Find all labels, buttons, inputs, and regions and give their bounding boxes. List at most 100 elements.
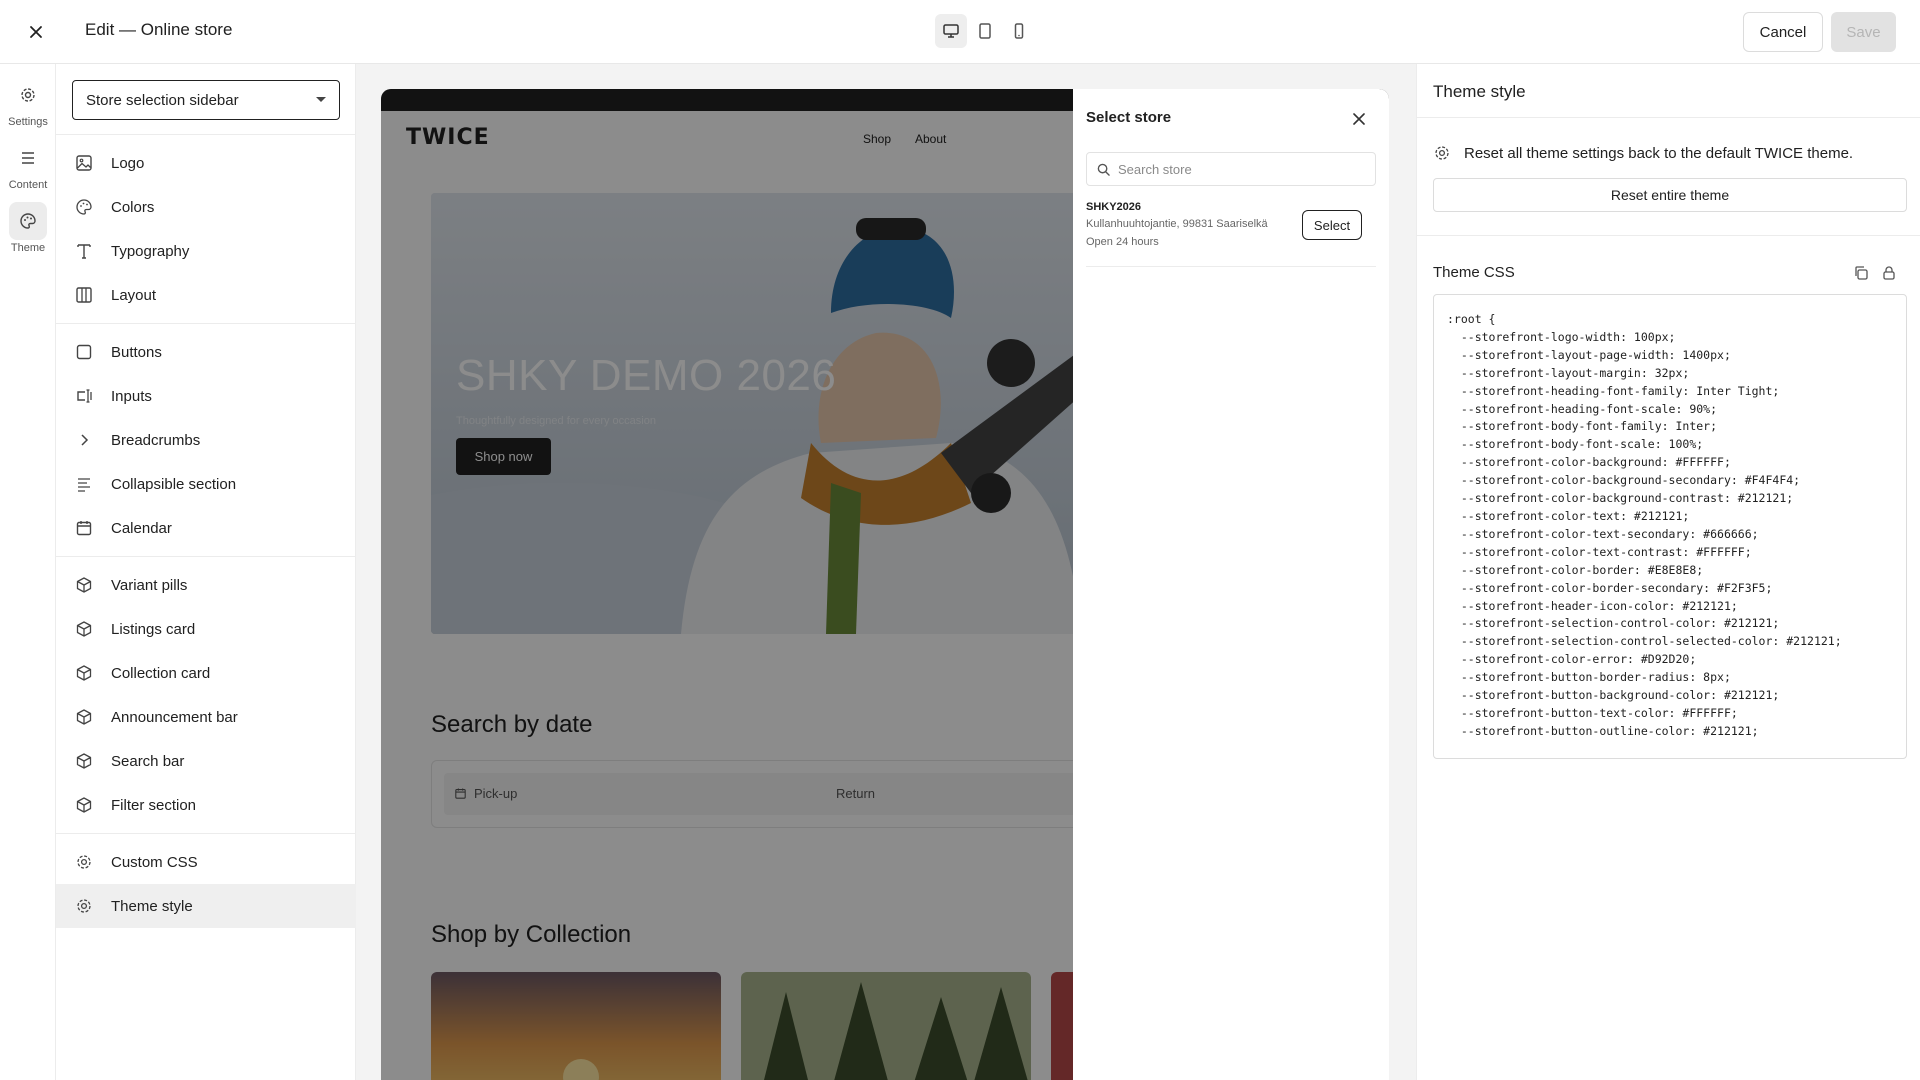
content-icon	[9, 139, 47, 177]
calendar-icon	[72, 516, 96, 540]
section-item-colors[interactable]: Colors	[56, 185, 356, 229]
section-group: Custom CSS Theme style	[56, 833, 356, 934]
section-item-theme-style[interactable]: Theme style	[56, 884, 356, 928]
top-bar: Edit — Online store Cancel Save	[0, 0, 1920, 64]
theme-style-panel: Theme style Reset all theme settings bac…	[1416, 64, 1920, 1080]
tablet-icon[interactable]	[969, 14, 1001, 48]
panel-title: Theme style	[1433, 82, 1526, 101]
nav-rail: Settings Content Theme	[0, 64, 56, 1080]
divider	[1417, 117, 1920, 118]
section-item-calendar[interactable]: Calendar	[56, 506, 356, 550]
cube-icon	[72, 617, 96, 641]
section-item-custom-css[interactable]: Custom CSS	[56, 840, 356, 884]
cube-icon	[72, 749, 96, 773]
store-name: SHKY2026	[1086, 201, 1142, 213]
section-item-label: Typography	[111, 242, 190, 260]
section-group: Variant pills Listings card Collection c…	[56, 556, 356, 833]
css-actions	[1853, 265, 1897, 281]
section-item-label: Collection card	[111, 664, 211, 682]
palette-icon	[9, 202, 47, 240]
section-list: Logo Colors Typography Layout Buttons In…	[56, 134, 356, 934]
layout-icon	[72, 283, 96, 307]
cancel-button[interactable]: Cancel	[1743, 12, 1823, 52]
store-search[interactable]	[1086, 152, 1376, 186]
section-item-collapsible-section[interactable]: Collapsible section	[56, 462, 356, 506]
section-select-value: Store selection sidebar	[86, 91, 239, 109]
modal-backdrop[interactable]	[381, 89, 1073, 1080]
section-item-label: Breadcrumbs	[111, 431, 201, 449]
section-item-breadcrumbs[interactable]: Breadcrumbs	[56, 418, 356, 462]
section-item-label: Search bar	[111, 752, 185, 770]
section-item-search-bar[interactable]: Search bar	[56, 739, 356, 783]
palette-icon	[72, 195, 96, 219]
page-title: Edit — Online store	[85, 20, 233, 39]
chevron-down-icon	[316, 97, 326, 102]
align-left-icon	[72, 472, 96, 496]
gear-icon	[9, 76, 47, 114]
select-store-button[interactable]: Select	[1302, 210, 1362, 240]
mobile-icon[interactable]	[1003, 14, 1035, 48]
search-input[interactable]	[1118, 161, 1358, 177]
section-item-label: Layout	[111, 286, 157, 304]
theme-section-panel: Store selection sidebar Logo Colors Typo…	[56, 64, 356, 1080]
gear-icon	[72, 850, 96, 874]
reset-description: Reset all theme settings back to the def…	[1433, 144, 1853, 162]
copy-icon[interactable]	[1853, 265, 1869, 281]
store-address: Kullanhuuhtojantie, 99831 Saariselkä	[1086, 218, 1268, 230]
section-group: Buttons Inputs Breadcrumbs Collapsible s…	[56, 323, 356, 556]
rail-label: Content	[8, 179, 48, 191]
square-icon	[72, 340, 96, 364]
cube-icon	[72, 793, 96, 817]
css-code: :root { --storefront-logo-width: 100px; …	[1447, 312, 1842, 738]
section-select[interactable]: Store selection sidebar	[72, 80, 340, 120]
section-item-label: Filter section	[111, 796, 197, 814]
reset-text: Reset all theme settings back to the def…	[1464, 144, 1854, 162]
section-item-label: Variant pills	[111, 576, 188, 594]
section-item-label: Listings card	[111, 620, 196, 638]
close-icon[interactable]	[1347, 107, 1371, 131]
section-item-typography[interactable]: Typography	[56, 229, 356, 273]
rail-label: Settings	[8, 116, 48, 128]
section-group: Logo Colors Typography Layout	[56, 134, 356, 323]
drawer-title: Select store	[1086, 109, 1172, 126]
section-item-label: Custom CSS	[111, 853, 198, 871]
rail-item-settings[interactable]: Settings	[0, 76, 56, 128]
section-item-logo[interactable]: Logo	[56, 141, 356, 185]
theme-css-title: Theme CSS	[1433, 264, 1515, 281]
save-button[interactable]: Save	[1831, 12, 1896, 52]
section-item-label: Announcement bar	[111, 708, 238, 726]
section-item-label: Calendar	[111, 519, 172, 537]
section-item-announcement-bar[interactable]: Announcement bar	[56, 695, 356, 739]
device-switcher	[935, 14, 1035, 48]
store-hours: Open 24 hours	[1086, 236, 1159, 248]
input-icon	[72, 384, 96, 408]
section-item-label: Buttons	[111, 343, 162, 361]
section-item-variant-pills[interactable]: Variant pills	[56, 563, 356, 607]
section-item-label: Logo	[111, 154, 145, 172]
search-icon	[1097, 163, 1110, 176]
cube-icon	[72, 573, 96, 597]
section-item-inputs[interactable]: Inputs	[56, 374, 356, 418]
lock-icon[interactable]	[1881, 265, 1897, 281]
cube-icon	[72, 705, 96, 729]
close-icon[interactable]	[24, 20, 48, 44]
reset-theme-button[interactable]: Reset entire theme	[1433, 178, 1907, 212]
section-item-filter-section[interactable]: Filter section	[56, 783, 356, 827]
theme-css-editor[interactable]: :root { --storefront-logo-width: 100px; …	[1433, 294, 1907, 759]
rail-item-content[interactable]: Content	[0, 139, 56, 191]
section-item-listings-card[interactable]: Listings card	[56, 607, 356, 651]
image-icon	[72, 151, 96, 175]
section-item-label: Colors	[111, 198, 155, 216]
section-item-collection-card[interactable]: Collection card	[56, 651, 356, 695]
section-item-label: Inputs	[111, 387, 152, 405]
section-item-buttons[interactable]: Buttons	[56, 330, 356, 374]
select-store-drawer: Select store SHKY2026 Kullanhuuhtojantie…	[1073, 89, 1389, 1080]
divider	[1417, 235, 1920, 236]
desktop-icon[interactable]	[935, 14, 967, 48]
rail-item-theme[interactable]: Theme	[0, 202, 56, 254]
section-item-label: Theme style	[111, 897, 193, 915]
rail-label: Theme	[10, 242, 46, 254]
typography-icon	[72, 239, 96, 263]
cube-icon	[72, 661, 96, 685]
section-item-layout[interactable]: Layout	[56, 273, 356, 317]
